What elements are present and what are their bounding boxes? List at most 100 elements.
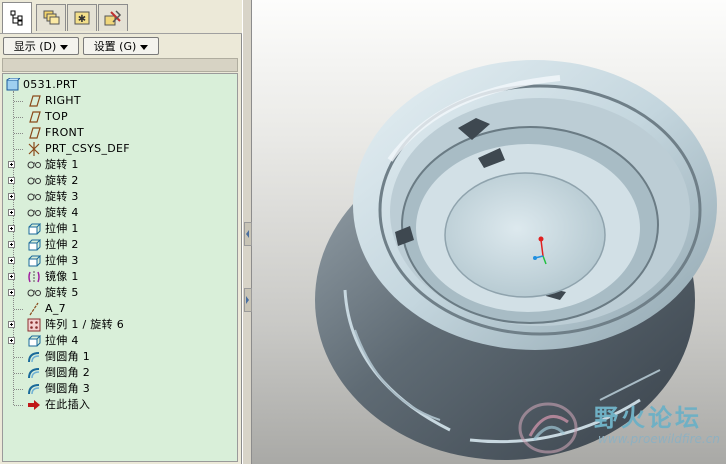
show-dropdown-button[interactable]: 显示 (D) (3, 37, 79, 55)
forum-watermark: 野火论坛 www.proewildfire.cn (516, 396, 722, 460)
collapse-right-handle[interactable] (244, 288, 252, 312)
tree-item-label: 倒圆角 1 (45, 350, 90, 363)
tree-item[interactable]: 在此插入 (3, 397, 237, 413)
expand-toggle[interactable] (8, 177, 15, 184)
coordinate-system-icon (28, 142, 40, 156)
tree-connector (14, 357, 23, 358)
tree-item-label: 倒圆角 3 (45, 382, 90, 395)
favorites-icon: ✱ (74, 11, 90, 25)
panel-splitter[interactable] (242, 0, 252, 464)
expand-toggle[interactable] (8, 193, 15, 200)
tree-item[interactable]: 旋转 1 (3, 157, 237, 173)
revolve-icon (27, 289, 41, 297)
mirror-icon (28, 271, 40, 283)
tree-item[interactable]: 镜像 1 (3, 269, 237, 285)
expand-toggle[interactable] (8, 273, 15, 280)
tree-item-label: A_7 (45, 302, 66, 315)
tools-icon (104, 10, 122, 26)
tree-connector (14, 117, 23, 118)
tree-item[interactable]: 旋转 5 (3, 285, 237, 301)
part-icon (6, 78, 20, 91)
pattern-icon (27, 318, 41, 332)
datum-plane-icon (29, 111, 41, 123)
tree-item-label: TOP (45, 110, 68, 123)
tab-tools[interactable] (98, 4, 128, 31)
revolve-icon (27, 177, 41, 185)
tree-item-label: 在此插入 (45, 398, 91, 411)
tree-item[interactable]: 拉伸 1 (3, 221, 237, 237)
tree-item-label: FRONT (45, 126, 85, 139)
tree-item[interactable]: 倒圆角 3 (3, 381, 237, 397)
extrude-icon (28, 255, 41, 267)
collapse-left-handle[interactable] (244, 222, 252, 246)
tree-connector (14, 149, 23, 150)
model-tree-panel: ✱ 显示 (D) 设置 (G) 0531.PRT RIGHT TOP FRONT… (0, 0, 242, 464)
expand-toggle[interactable] (8, 209, 15, 216)
watermark-logo-icon (518, 402, 578, 454)
expand-toggle[interactable] (8, 257, 15, 264)
tree-item[interactable]: 阵列 1 / 旋转 6 (3, 317, 237, 333)
tree-connector (14, 405, 23, 406)
round-icon (28, 384, 40, 395)
tree-connector (14, 101, 23, 102)
insert-here-arrow-icon (28, 400, 40, 410)
settings-dropdown-button[interactable]: 设置 (G) (83, 37, 159, 55)
tree-item[interactable]: RIGHT (3, 93, 237, 109)
tree-item[interactable]: 拉伸 2 (3, 237, 237, 253)
tree-item-label: RIGHT (45, 94, 81, 107)
expand-toggle[interactable] (8, 161, 15, 168)
tree-item[interactable]: PRT_CSYS_DEF (3, 141, 237, 157)
tree-item[interactable]: FRONT (3, 125, 237, 141)
round-icon (28, 368, 40, 379)
tree-item[interactable]: TOP (3, 109, 237, 125)
tree-item-label: 倒圆角 2 (45, 366, 90, 379)
tree-toolbar: 显示 (D) 设置 (G) (0, 35, 242, 57)
graphics-viewport[interactable]: 野火论坛 www.proewildfire.cn (252, 0, 726, 464)
revolve-icon (27, 209, 41, 217)
datum-plane-icon (29, 127, 41, 139)
expand-toggle[interactable] (8, 241, 15, 248)
settings-label: 设置 (G) (93, 40, 137, 53)
tree-item-label: 拉伸 1 (45, 222, 79, 235)
tree-item-label: 阵列 1 / 旋转 6 (45, 318, 124, 331)
tree-connector (14, 309, 23, 310)
chevron-down-icon (60, 44, 69, 50)
tree-item[interactable]: 旋转 2 (3, 173, 237, 189)
cavity-floor (444, 172, 606, 298)
expand-toggle[interactable] (8, 225, 15, 232)
tree-item[interactable]: 旋转 4 (3, 205, 237, 221)
extrude-icon (28, 223, 41, 235)
tab-layers[interactable] (36, 4, 66, 31)
extrude-icon (28, 335, 41, 347)
model-tree-icon (10, 10, 23, 26)
tree-item-label: 拉伸 4 (45, 334, 79, 347)
round-icon (28, 352, 40, 363)
tree-item[interactable]: 拉伸 4 (3, 333, 237, 349)
tree-item[interactable]: 旋转 3 (3, 189, 237, 205)
expand-toggle[interactable] (8, 321, 15, 328)
tab-model-tree[interactable] (2, 2, 32, 33)
tree-item-label: 拉伸 2 (45, 238, 79, 251)
watermark-title: 野火论坛 (594, 404, 702, 432)
tree-item-label: 镜像 1 (45, 270, 79, 283)
expand-toggle[interactable] (8, 289, 15, 296)
tree-item[interactable]: 倒圆角 1 (3, 349, 237, 365)
tree-connector (14, 133, 23, 134)
tree-item[interactable]: A_7 (3, 301, 237, 317)
tree-item-label: PRT_CSYS_DEF (45, 142, 130, 155)
tree-root-item[interactable]: 0531.PRT (3, 77, 237, 93)
tree-filter-bar[interactable] (2, 58, 238, 72)
tree-root-label: 0531.PRT (23, 78, 78, 91)
svg-text:✱: ✱ (78, 14, 86, 25)
model-tree: 0531.PRT RIGHT TOP FRONT PRT_CSYS_DEF 旋转 1 旋转… (2, 73, 238, 462)
expand-toggle[interactable] (8, 337, 15, 344)
tree-item-label: 旋转 3 (45, 190, 79, 203)
navigator-tab-strip: ✱ (0, 0, 242, 34)
tree-item-label: 拉伸 3 (45, 254, 79, 267)
tree-item[interactable]: 倒圆角 2 (3, 365, 237, 381)
tab-favorites[interactable]: ✱ (67, 4, 97, 31)
extrude-icon (28, 239, 41, 251)
watermark-url: www.proewildfire.cn (598, 432, 720, 446)
part-model-render[interactable] (252, 0, 726, 464)
tree-item[interactable]: 拉伸 3 (3, 253, 237, 269)
